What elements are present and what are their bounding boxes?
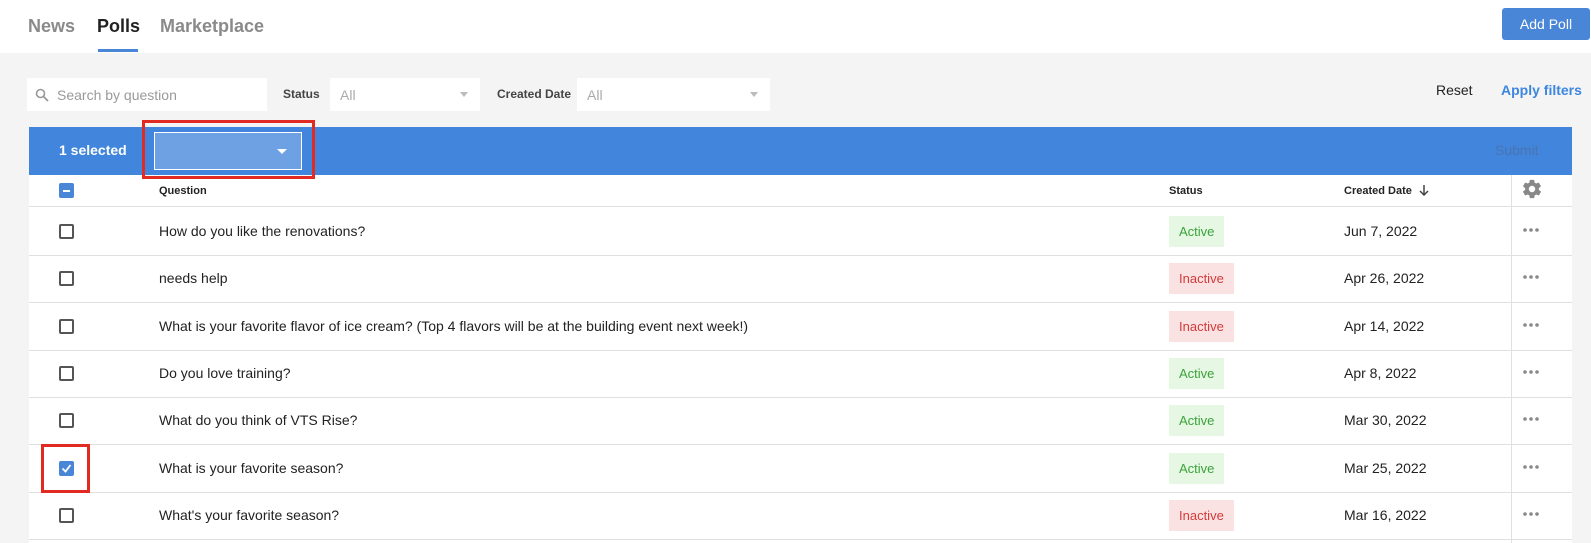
- question-text[interactable]: What do you think of VTS Rise?: [159, 412, 357, 428]
- status-badge: Active: [1169, 405, 1225, 437]
- status-filter-label: Status: [283, 87, 320, 101]
- active-tab-indicator: [98, 49, 138, 52]
- search-input[interactable]: [57, 86, 257, 103]
- status-badge: Active: [1169, 357, 1225, 389]
- sort-down-arrow-icon: [1419, 185, 1429, 197]
- question-text[interactable]: What is your favorite season?: [159, 460, 343, 476]
- row-checkbox[interactable]: [59, 318, 74, 334]
- top-navigation: News Polls Marketplace Add Poll: [0, 0, 1591, 53]
- table-row[interactable]: Do you love training? Active Apr 8, 2022: [29, 350, 1572, 398]
- question-text[interactable]: What's your favorite season?: [159, 507, 339, 523]
- row-checkbox[interactable]: [59, 413, 74, 429]
- created-date: Apr 8, 2022: [1344, 364, 1417, 381]
- created-date: Apr 14, 2022: [1344, 317, 1425, 334]
- table-header: Question Status Created Date: [29, 175, 1572, 207]
- row-checkbox[interactable]: [59, 460, 74, 476]
- column-header-status: Status: [1169, 185, 1203, 197]
- highlight-box: [142, 120, 315, 179]
- row-checkbox[interactable]: [59, 224, 74, 239]
- created-date: Mar 25, 2022: [1344, 459, 1427, 476]
- status-badge: Inactive: [1169, 310, 1234, 342]
- question-text[interactable]: needs help: [159, 270, 228, 286]
- created-date: Mar 16, 2022: [1344, 506, 1427, 523]
- status-filter-value: All: [340, 86, 356, 103]
- created-date: Apr 26, 2022: [1344, 270, 1425, 287]
- more-options-icon[interactable]: [1520, 222, 1542, 238]
- created-date-filter-select[interactable]: All: [577, 78, 770, 111]
- created-date: Mar 30, 2022: [1344, 412, 1427, 429]
- created-date: Jun 7, 2022: [1344, 223, 1418, 239]
- status-badge: Inactive: [1169, 499, 1234, 531]
- more-options-icon[interactable]: [1520, 411, 1542, 427]
- table-row[interactable]: How do you like the renovations? Active Ju…: [29, 208, 1572, 256]
- gear-icon[interactable]: [1521, 178, 1543, 205]
- question-text[interactable]: How do you like the renovations?: [159, 223, 365, 239]
- table-row[interactable]: needs help Inactive Apr 26, 2022: [29, 255, 1572, 304]
- question-text[interactable]: What is your favorite flavor of ice crea…: [159, 318, 748, 334]
- chevron-down-icon: [460, 92, 468, 97]
- column-header-created-date[interactable]: Created Date: [1344, 185, 1429, 197]
- tab-marketplace[interactable]: Marketplace: [160, 16, 264, 37]
- selected-count: 1 selected: [59, 142, 127, 158]
- table-row[interactable]: What do you think of VTS Rise? Active Mar …: [29, 397, 1572, 446]
- table-row[interactable]: What is your favorite flavor of ice crea…: [29, 303, 1572, 351]
- status-badge: Active: [1169, 216, 1225, 247]
- chevron-down-icon: [750, 92, 758, 97]
- row-checkbox[interactable]: [59, 507, 74, 523]
- status-filter-select[interactable]: All: [330, 78, 480, 111]
- row-checkbox[interactable]: [59, 365, 74, 381]
- search-icon: [27, 88, 57, 102]
- more-options-icon[interactable]: [1520, 506, 1542, 522]
- created-date-filter-label: Created Date: [497, 87, 572, 101]
- polls-table: 1 selected Submit Question Status Create…: [29, 120, 1572, 543]
- created-date-filter-value: All: [587, 86, 603, 103]
- table-row[interactable]: What is your favorite season? Active Mar 2…: [29, 443, 1572, 493]
- more-options-icon[interactable]: [1520, 364, 1542, 380]
- submit-button[interactable]: Submit: [1495, 142, 1539, 158]
- add-poll-button[interactable]: Add Poll: [1502, 8, 1590, 40]
- question-text[interactable]: Do you love training?: [159, 365, 291, 381]
- more-options-icon[interactable]: [1520, 317, 1542, 333]
- search-field[interactable]: [27, 78, 267, 111]
- column-header-created-date-label: Created Date: [1344, 185, 1412, 197]
- more-options-icon[interactable]: [1520, 269, 1542, 285]
- status-badge: Active: [1169, 452, 1225, 484]
- reset-button[interactable]: Reset: [1436, 82, 1473, 98]
- tab-news[interactable]: News: [28, 16, 75, 37]
- checkmark-icon: [61, 463, 72, 473]
- row-checkbox[interactable]: [59, 271, 74, 287]
- table-row[interactable]: What's your favorite season? Inactive Mar …: [29, 492, 1572, 540]
- more-options-icon[interactable]: [1520, 459, 1542, 475]
- apply-filters-button[interactable]: Apply filters: [1501, 82, 1582, 98]
- status-badge: Inactive: [1169, 263, 1234, 295]
- select-all-checkbox[interactable]: [59, 183, 74, 198]
- tab-polls[interactable]: Polls: [97, 16, 140, 37]
- column-header-question: Question: [159, 185, 207, 197]
